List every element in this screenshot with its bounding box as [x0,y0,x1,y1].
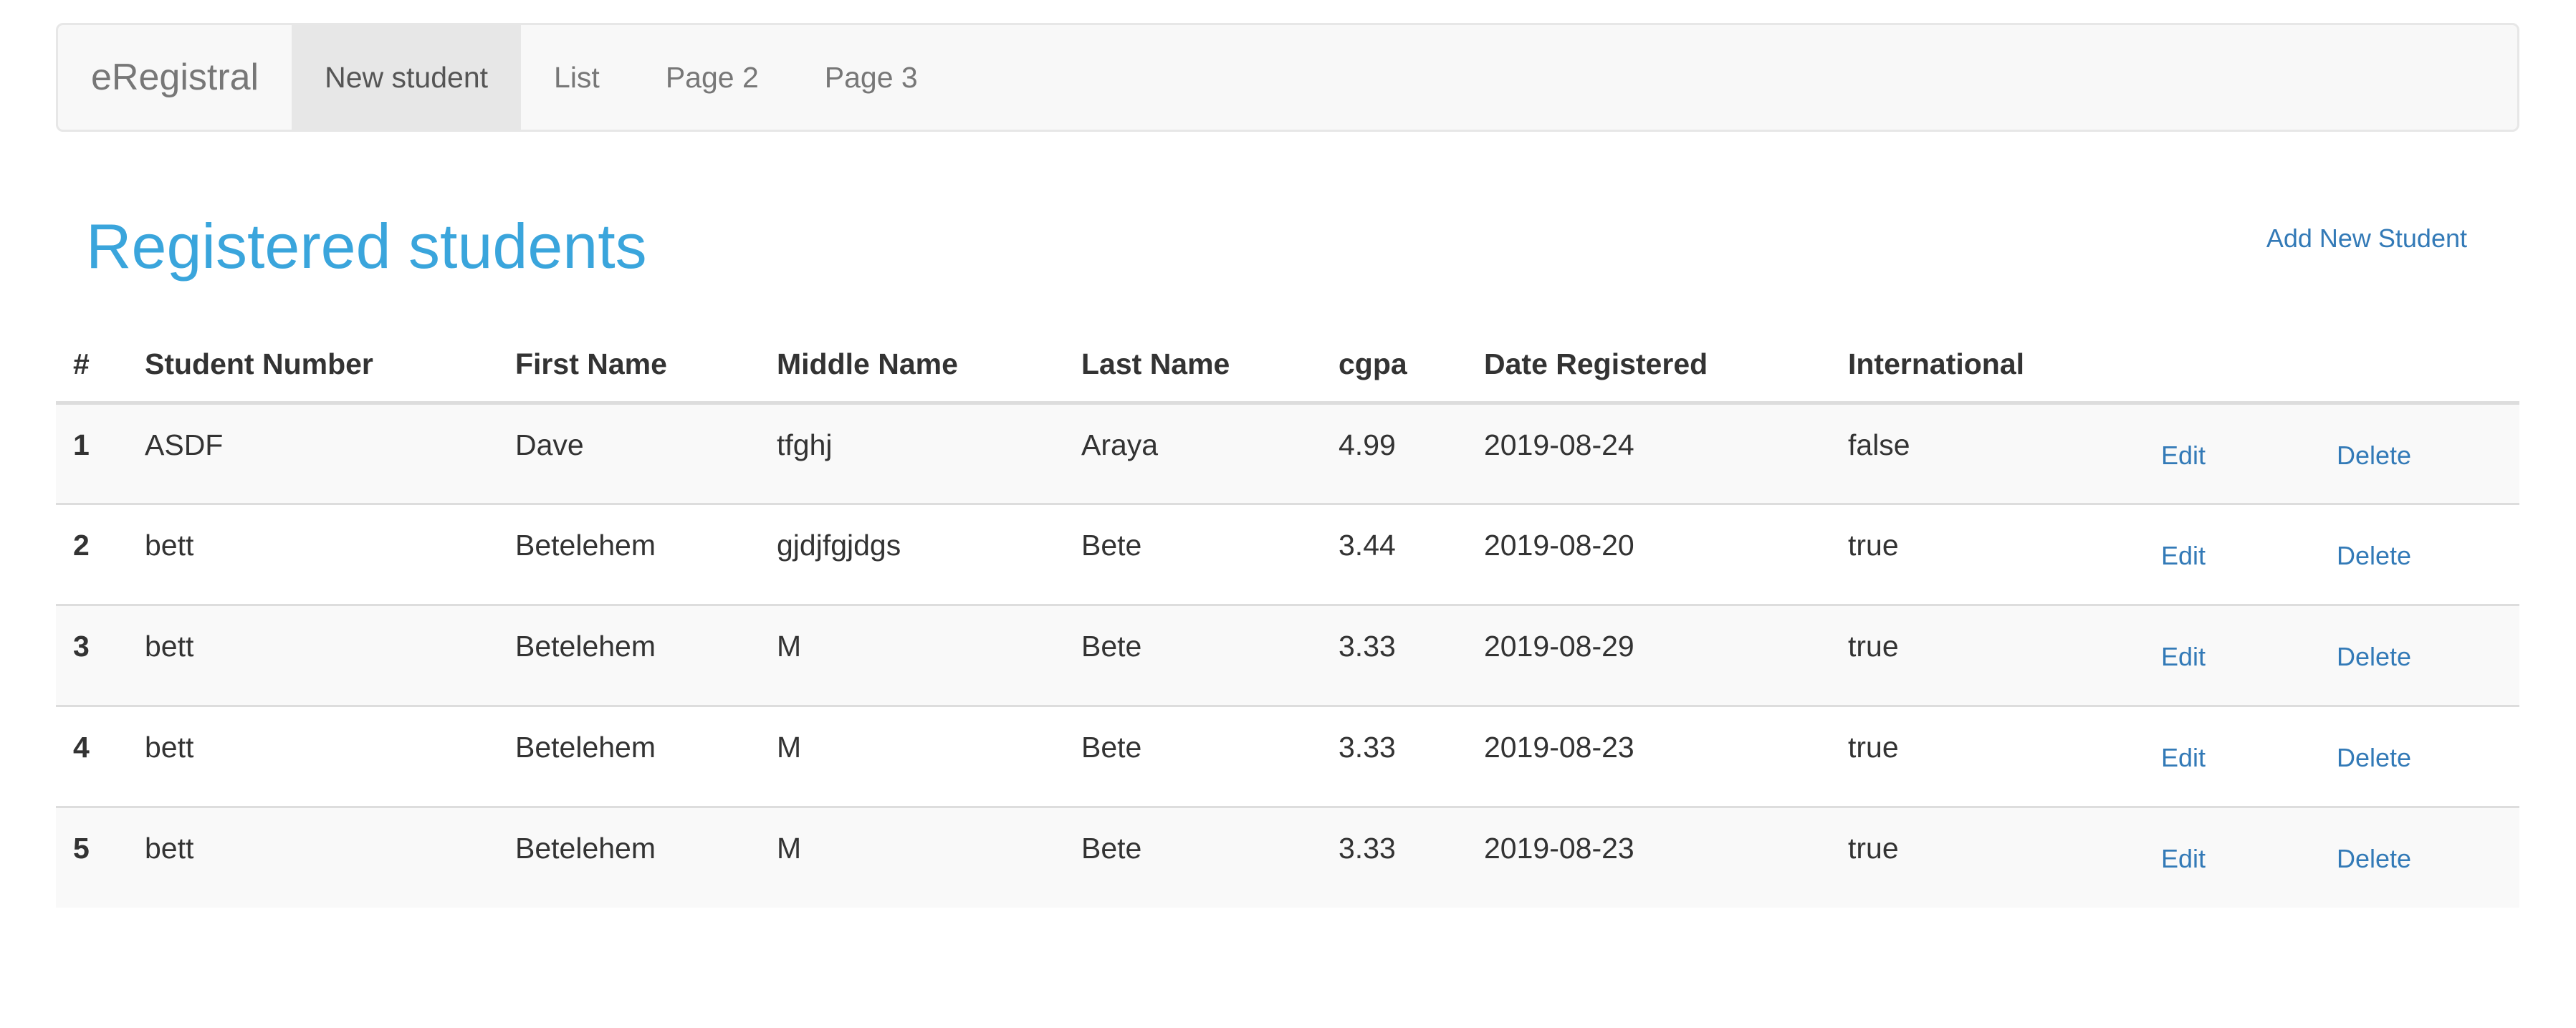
cell-last-name: Bete [1064,704,1321,807]
cell-cgpa: 3.44 [1321,502,1467,605]
cell-middle-name: M [760,704,1064,807]
cell-first-name: Dave [515,428,584,461]
col-header-first-name: First Name [498,328,760,405]
cell-number: 1 [73,428,90,461]
cell-first-name: Betelehem [498,603,760,706]
cell-first-name: Betelehem [498,805,760,908]
cell-middle-name: tfghj [777,428,833,461]
cell-student-number: bett [128,502,498,605]
top-navbar: eRegistral New student List Page 2 Page … [56,23,2519,132]
cell-middle-name: M [760,603,1064,706]
cell-student-number: ASDF [145,428,224,461]
add-new-student-link[interactable]: Add New Student [2266,224,2467,254]
cell-date-registered: 2019-08-23 [1467,704,1831,807]
table-header-row: # Student Number First Name Middle Name … [56,328,2519,405]
cell-last-name: Bete [1064,502,1321,605]
cell-last-name: Bete [1064,805,1321,908]
cell-date-registered: 2019-08-20 [1467,502,1831,605]
brand-link[interactable]: eRegistral [58,25,292,130]
cell-last-name: Araya [1081,428,1159,461]
cell-date-registered: 2019-08-24 [1484,428,1634,461]
edit-link[interactable]: Edit [2144,502,2319,605]
delete-link[interactable]: Delete [2319,603,2519,706]
nav-page-2[interactable]: Page 2 [633,25,792,130]
cell-number: 2 [56,502,128,605]
students-table: # Student Number First Name Middle Name … [56,328,2519,908]
table-row: 2 bett Betelehem gjdjfgjdgs Bete 3.44 20… [56,502,2519,605]
cell-student-number: bett [128,603,498,706]
edit-link[interactable]: Edit [2144,704,2319,807]
col-header-middle-name: Middle Name [760,328,1064,405]
delete-link[interactable]: Delete [2319,805,2519,908]
table-row: 5 bett Betelehem M Bete 3.33 2019-08-23 … [56,805,2519,908]
cell-number: 4 [56,704,128,807]
cell-international: true [1831,502,2144,605]
cell-first-name: Betelehem [498,704,760,807]
delete-link[interactable]: Delete [2319,502,2519,605]
col-header-delete [2319,328,2519,405]
edit-link[interactable]: Edit [2144,403,2319,504]
cell-international: true [1831,805,2144,908]
cell-last-name: Bete [1064,603,1321,706]
nav-new-student[interactable]: New student [292,25,522,130]
cell-number: 5 [56,805,128,908]
edit-link[interactable]: Edit [2144,805,2319,908]
col-header-international: International [1831,328,2144,405]
cell-student-number: bett [128,805,498,908]
cell-international: true [1831,603,2144,706]
col-header-student-number: Student Number [128,328,498,405]
nav-list[interactable]: List [521,25,633,130]
col-header-last-name: Last Name [1064,328,1321,405]
table-row: 3 bett Betelehem M Bete 3.33 2019-08-29 … [56,603,2519,706]
nav-page-3[interactable]: Page 3 [792,25,951,130]
cell-first-name: Betelehem [498,502,760,605]
col-header-number: # [56,328,128,405]
table-row: 4 bett Betelehem M Bete 3.33 2019-08-23 … [56,704,2519,807]
cell-cgpa: 3.33 [1321,704,1467,807]
cell-number: 3 [56,603,128,706]
table-row: 1 ASDF Dave tfghj Araya 4.99 2019-08-24 … [56,403,2519,504]
page-title: Registered students [86,211,647,282]
cell-date-registered: 2019-08-23 [1467,805,1831,908]
cell-middle-name: gjdjfgjdgs [760,502,1064,605]
cell-international: false [1848,428,1910,461]
col-header-edit [2144,328,2319,405]
cell-cgpa: 4.99 [1339,428,1396,461]
cell-date-registered: 2019-08-29 [1467,603,1831,706]
delete-link[interactable]: Delete [2319,403,2519,504]
cell-student-number: bett [128,704,498,807]
delete-link[interactable]: Delete [2319,704,2519,807]
col-header-cgpa: cgpa [1321,328,1467,405]
cell-cgpa: 3.33 [1321,603,1467,706]
col-header-date-registered: Date Registered [1467,328,1831,405]
cell-cgpa: 3.33 [1321,805,1467,908]
cell-international: true [1831,704,2144,807]
edit-link[interactable]: Edit [2144,603,2319,706]
cell-middle-name: M [760,805,1064,908]
